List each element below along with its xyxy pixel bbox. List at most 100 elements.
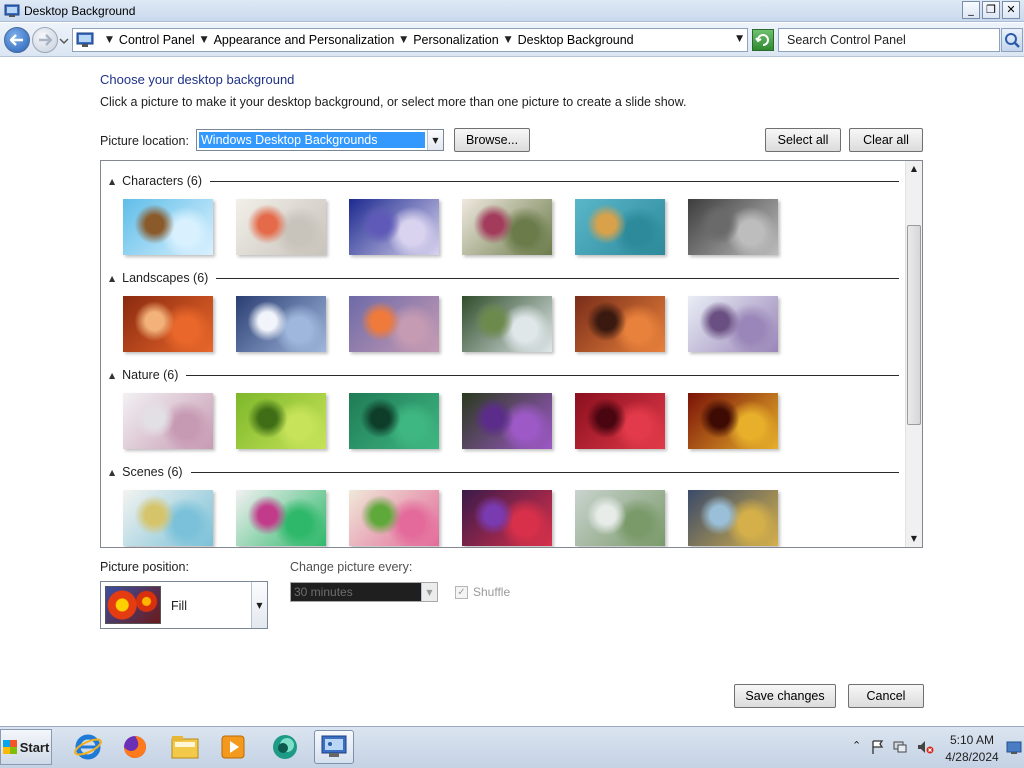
group-header[interactable]: ▲ Scenes (6) (109, 464, 899, 480)
clock-time[interactable]: 5:10 AM (942, 733, 1002, 747)
wallpaper-thumbnail-landscapes-1[interactable] (123, 296, 213, 352)
picture-gallery[interactable]: ▲ Characters (6) ▲ Landscapes (6) ▲ Nature (6… (100, 160, 923, 548)
group-divider (190, 471, 899, 473)
start-button[interactable]: Start (0, 729, 52, 765)
show-desktop-icon[interactable] (1006, 739, 1022, 755)
wallpaper-thumbnail-landscapes-6[interactable] (688, 296, 778, 352)
media-player-icon[interactable] (213, 730, 253, 764)
cancel-button[interactable]: Cancel (848, 684, 924, 708)
wallpaper-thumbnail-characters-6[interactable] (688, 199, 778, 255)
clear-all-button[interactable]: Clear all (849, 128, 923, 152)
control-panel-icon (76, 32, 94, 47)
wallpaper-thumbnail-scenes-4[interactable] (462, 490, 552, 546)
group-title: Landscapes (6) (122, 271, 209, 285)
breadcrumb-control-panel[interactable]: Control Panel (119, 33, 195, 47)
maximize-button[interactable]: ❐ (982, 1, 1000, 19)
volume-muted-icon[interactable] (916, 739, 934, 755)
picture-location-select[interactable]: Windows Desktop Backgrounds ▼ (196, 129, 444, 151)
breadcrumb-appearance[interactable]: Appearance and Personalization (214, 33, 395, 47)
collapse-group-icon[interactable]: ▲ (109, 274, 115, 283)
scroll-down-arrow-icon[interactable]: ▼ (906, 531, 922, 547)
picture-position-value: Fill (171, 599, 187, 613)
wallpaper-thumbnail-scenes-5[interactable] (575, 490, 665, 546)
wallpaper-thumbnail-nature-4[interactable] (462, 393, 552, 449)
wallpaper-thumbnail-nature-2[interactable] (236, 393, 326, 449)
control-panel-icon[interactable] (314, 730, 354, 764)
group-divider (186, 374, 899, 376)
chevron-down-icon[interactable]: ▼ (427, 130, 443, 150)
page-title: Choose your desktop background (100, 72, 295, 87)
wallpaper-thumbnail-characters-5[interactable] (575, 199, 665, 255)
forward-button[interactable] (32, 27, 58, 53)
shuffle-label: Shuffle (473, 585, 511, 599)
picture-position-select[interactable]: Fill ▼ (100, 581, 268, 629)
address-history-dropdown-icon[interactable]: ▼ (736, 34, 743, 44)
browse-button[interactable]: Browse... (454, 128, 530, 152)
scroll-up-arrow-icon[interactable]: ▲ (906, 161, 922, 177)
wallpaper-thumbnail-nature-3[interactable] (349, 393, 439, 449)
window-title: Desktop Background (24, 3, 136, 18)
wallpaper-thumbnail-landscapes-5[interactable] (575, 296, 665, 352)
show-hidden-icons-icon[interactable]: ⌃ (852, 739, 861, 752)
wallpaper-thumbnail-characters-3[interactable] (349, 199, 439, 255)
group-header[interactable]: ▲ Characters (6) (109, 173, 899, 189)
wallpaper-thumbnail-characters-1[interactable] (123, 199, 213, 255)
back-button[interactable] (4, 27, 30, 53)
group-divider (210, 180, 899, 182)
file-explorer-icon[interactable] (165, 730, 205, 764)
refresh-icon (755, 34, 769, 46)
collapse-group-icon[interactable]: ▲ (109, 177, 115, 186)
wallpaper-thumbnail-characters-4[interactable] (462, 199, 552, 255)
wallpaper-thumbnail-scenes-6[interactable] (688, 490, 778, 546)
wallpaper-thumbnail-landscapes-3[interactable] (349, 296, 439, 352)
chevron-down-icon[interactable]: ▼ (106, 35, 113, 45)
search-input[interactable]: Search Control Panel (778, 28, 1000, 52)
title-bar: Desktop Background _ ❐ ✕ (0, 0, 1024, 22)
search-button[interactable] (1001, 28, 1023, 52)
clock-date[interactable]: 4/28/2024 (942, 750, 1002, 764)
chevron-down-icon: ▼ (421, 583, 437, 601)
breadcrumb[interactable]: ▼ Control Panel ▼ Appearance and Persona… (72, 28, 748, 52)
control-panel-icon (4, 4, 20, 17)
chevron-down-icon[interactable]: ▼ (400, 35, 407, 45)
wallpaper-thumbnail-nature-5[interactable] (575, 393, 665, 449)
save-changes-button[interactable]: Save changes (734, 684, 836, 708)
firefox-icon[interactable] (115, 730, 155, 764)
group-title: Scenes (6) (122, 465, 183, 479)
checkbox-checked-icon: ✓ (455, 585, 468, 599)
refresh-button[interactable] (752, 29, 774, 51)
group-header[interactable]: ▲ Landscapes (6) (109, 270, 899, 286)
main-content: Choose your desktop background Click a p… (0, 58, 1024, 724)
chevron-down-icon[interactable]: ▼ (505, 35, 512, 45)
wallpaper-thumbnail-characters-2[interactable] (236, 199, 326, 255)
scroll-thumb[interactable] (907, 225, 921, 425)
wallpaper-thumbnail-landscapes-4[interactable] (462, 296, 552, 352)
network-icon[interactable] (892, 739, 908, 755)
browser-globe-icon[interactable] (265, 730, 305, 764)
wallpaper-thumbnail-nature-1[interactable] (123, 393, 213, 449)
change-picture-label: Change picture every: (290, 560, 413, 574)
vertical-scrollbar[interactable]: ▲ ▼ (905, 161, 922, 547)
breadcrumb-desktop-background[interactable]: Desktop Background (518, 33, 634, 47)
wallpaper-thumbnail-landscapes-2[interactable] (236, 296, 326, 352)
select-all-button[interactable]: Select all (765, 128, 841, 152)
shuffle-checkbox: ✓ Shuffle (455, 585, 510, 599)
wallpaper-thumbnail-scenes-1[interactable] (123, 490, 213, 546)
collapse-group-icon[interactable]: ▲ (109, 468, 115, 477)
wallpaper-thumbnail-scenes-3[interactable] (349, 490, 439, 546)
close-button[interactable]: ✕ (1002, 1, 1020, 19)
action-center-flag-icon[interactable] (870, 739, 886, 755)
group-title: Nature (6) (122, 368, 179, 382)
minimize-button[interactable]: _ (962, 1, 980, 19)
internet-explorer-icon[interactable] (68, 730, 108, 764)
recent-pages-dropdown-icon[interactable] (59, 36, 69, 46)
arrow-right-icon (39, 34, 52, 46)
chevron-down-icon[interactable]: ▼ (201, 35, 208, 45)
wallpaper-thumbnail-nature-6[interactable] (688, 393, 778, 449)
search-icon (1005, 33, 1020, 48)
wallpaper-thumbnail-scenes-2[interactable] (236, 490, 326, 546)
group-header[interactable]: ▲ Nature (6) (109, 367, 899, 383)
chevron-down-icon[interactable]: ▼ (251, 582, 267, 628)
breadcrumb-personalization[interactable]: Personalization (413, 33, 498, 47)
collapse-group-icon[interactable]: ▲ (109, 371, 115, 380)
